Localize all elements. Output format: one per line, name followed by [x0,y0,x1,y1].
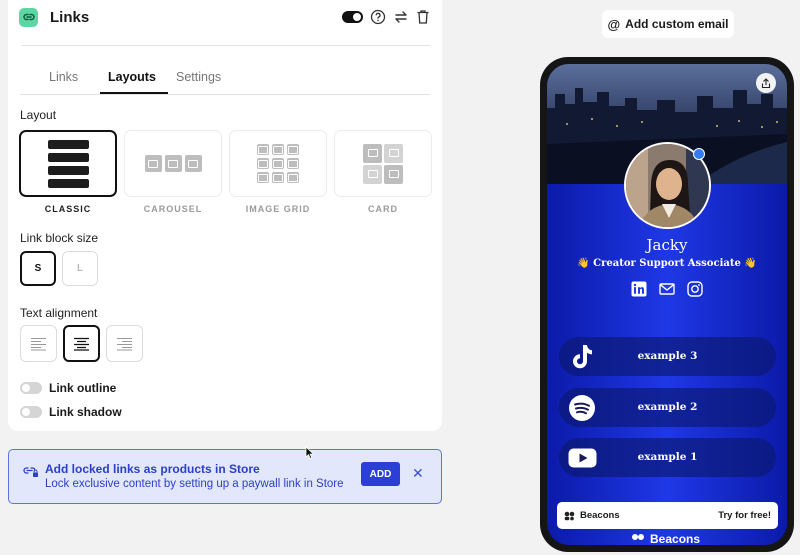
store-promo-banner: Add locked links as products in Store Lo… [8,449,442,504]
link-shadow-label: Link shadow [49,405,122,419]
linkedin-icon[interactable] [631,281,647,297]
banner-add-button[interactable]: ADD [361,462,400,486]
swap-icon[interactable] [393,9,409,25]
beacons-signup-bar[interactable]: Beacons Try for free! [557,502,778,529]
profile-title: 👋 Creator Support Associate 👋 [577,258,757,269]
tab-links[interactable]: Links [49,70,78,84]
link-outline-toggle[interactable] [20,382,42,394]
add-custom-email-label: Add custom email [625,17,729,31]
add-custom-email-button[interactable]: @ Add custom email [602,10,734,38]
link-block-size-label: Link block size [20,231,99,245]
banner-title: Add locked links as products in Store [45,462,260,476]
link-icon [19,7,38,27]
link-outline-option: Link outline [20,381,116,395]
mouse-cursor-icon [305,446,314,459]
card-layout-icon [363,143,403,184]
header-divider [21,45,430,46]
tab-settings[interactable]: Settings [176,70,221,84]
align-right-button[interactable] [106,325,143,362]
at-sign-icon: @ [607,16,621,32]
text-alignment-options [20,325,143,362]
preview-screen: Jacky 👋 Creator Support Associate 👋 exam… [547,64,787,545]
beacons-footer-icon [632,534,644,540]
panel-header: Links [19,6,430,28]
link-outline-label: Link outline [49,381,117,395]
beacons-footer-label: Beacons [650,532,701,545]
layout-option-card[interactable]: CARD [334,130,432,214]
share-button[interactable] [756,73,776,93]
link-button-example-1[interactable]: example 1 [559,438,776,477]
beacons-brand-label: Beacons [580,510,620,521]
instagram-icon[interactable] [687,281,703,297]
align-center-icon [74,337,89,351]
carousel-layout-icon [144,155,202,172]
size-small-button[interactable]: S [20,251,56,286]
trash-icon[interactable] [416,9,430,25]
layout-option-image-grid[interactable]: IMAGE GRID [229,130,327,214]
link-shadow-option: Link shadow [20,405,122,419]
layout-options: CLASSIC CAROUSEL IMAGE GRID CARD [19,130,432,214]
mail-icon[interactable] [659,281,675,297]
profile-name: Jacky [646,236,688,254]
visibility-toggle[interactable] [342,11,363,23]
align-left-button[interactable] [20,325,57,362]
link-label: example 1 [637,451,698,463]
try-for-free-link[interactable]: Try for free! [718,510,771,521]
tab-layouts[interactable]: Layouts [108,70,156,84]
verified-badge-icon [693,148,705,160]
phone-preview: Jacky 👋 Creator Support Associate 👋 exam… [540,57,794,552]
help-icon[interactable] [370,9,386,25]
social-icons [631,281,703,297]
active-tab-indicator [100,92,168,94]
link-button-example-2[interactable]: example 2 [559,388,776,427]
link-shadow-toggle[interactable] [20,406,42,418]
align-right-icon [117,337,132,350]
locked-link-icon [23,467,38,477]
layout-label: Layout [20,108,57,122]
layout-option-carousel[interactable]: CAROUSEL [124,130,222,214]
link-label: example 2 [637,401,698,413]
links-editor-panel: Links Links Layouts Settings Layout CLAS… [8,0,442,431]
align-center-button[interactable] [63,325,100,362]
link-button-example-3[interactable]: example 3 [559,337,776,376]
link-block-size-options: S L [20,251,98,286]
tab-bar: Links Layouts Settings [20,65,430,95]
link-label: example 3 [637,350,698,362]
classic-layout-icon [47,139,89,188]
beacons-footer-logo: Beacons [631,532,700,545]
size-large-button[interactable]: L [62,251,98,286]
panel-title: Links [50,8,90,26]
layout-option-classic[interactable]: CLASSIC [19,130,117,214]
banner-subtitle: Lock exclusive content by setting up a p… [45,478,344,490]
align-left-icon [31,337,46,350]
text-alignment-label: Text alignment [20,306,98,320]
beacons-logo-icon [564,511,575,520]
banner-close-icon[interactable]: ✕ [412,465,424,482]
image-grid-layout-icon [257,144,299,183]
share-icon [761,77,771,88]
